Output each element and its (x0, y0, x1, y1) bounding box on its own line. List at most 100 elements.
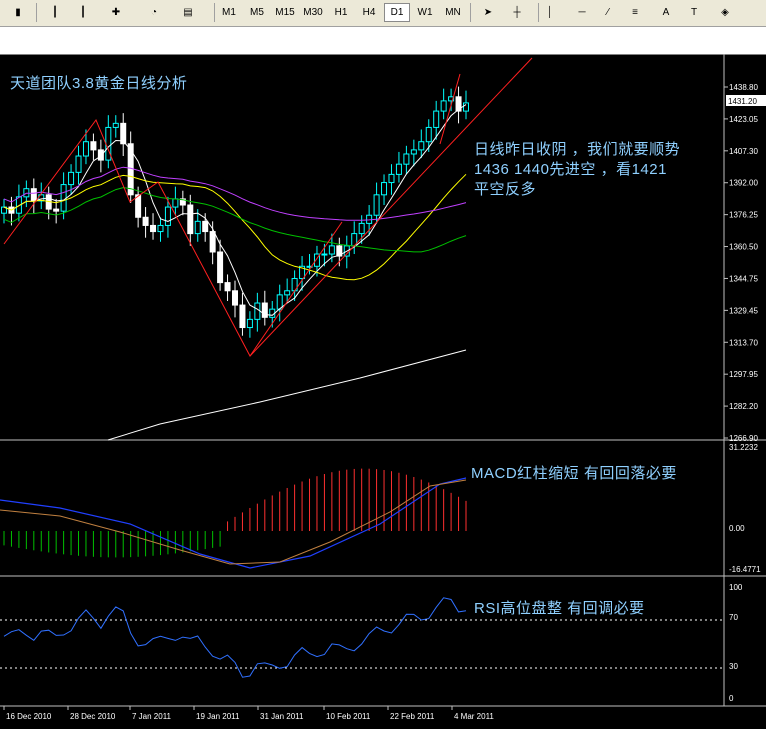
date-label: 22 Feb 2011 (390, 712, 435, 721)
candle-body (112, 122, 119, 128)
toolbar: ▮ ┃ ┃ ✚ ◔ ▤ M1 M5 M15 M30 H1 H4 D1 W1 MN ➤ ┼ │ ─ ⁄ ≡ A T ◈ (0, 0, 766, 27)
bar-chart-icon[interactable]: ▮ (8, 3, 28, 22)
candle-body (75, 155, 82, 173)
candle-body (97, 149, 104, 161)
analysis-note-line-1: 日线昨日收阴 ，我们就要顺势 (474, 141, 681, 158)
timeframe-m5-button[interactable]: M5 (244, 3, 270, 22)
text-tool-icon[interactable]: A (658, 3, 674, 22)
timeframe-d1-button[interactable]: D1 (384, 3, 410, 22)
cursor-icon[interactable]: ➤ (480, 3, 496, 22)
text-label-tool-icon[interactable]: T (686, 3, 702, 22)
candle-body (284, 290, 291, 296)
candle-body (209, 231, 216, 253)
timeframe-w1-button[interactable]: W1 (412, 3, 438, 22)
trendline-zigzag (3, 118, 343, 357)
candle-body (60, 184, 67, 212)
candle-body (440, 100, 447, 112)
rsi-scale-label: 30 (729, 662, 738, 671)
candle-body (403, 153, 410, 165)
crosshair-icon[interactable]: ┼ (506, 3, 528, 22)
candle-body (82, 141, 89, 157)
analysis-note-line-3: 平空反多 (474, 181, 537, 198)
trendline-support (249, 57, 533, 357)
candle-body (150, 224, 157, 233)
candle-body (68, 171, 75, 186)
candle-body (410, 149, 417, 155)
candle-body (232, 290, 238, 306)
candle-body (463, 102, 469, 112)
timeframe-m15-button[interactable]: M15 (272, 3, 298, 22)
timeframe-h4-button[interactable]: H4 (356, 3, 382, 22)
timeframe-mn-button[interactable]: MN (440, 3, 466, 22)
toolbar-separator (470, 3, 471, 22)
candle-body (30, 188, 37, 202)
indicators-icon[interactable]: ◔ (142, 3, 166, 22)
price-scale-label: 1344.75 (729, 274, 758, 283)
candle-body (425, 126, 432, 143)
candle-body (217, 251, 224, 284)
date-label: 10 Feb 2011 (326, 712, 371, 721)
current-price-label: 1431.20 (728, 97, 757, 106)
price-scale-label: 1297.95 (729, 370, 758, 379)
candle-body (172, 198, 179, 208)
macd-scale-label: 0.00 (729, 524, 745, 533)
fibonacci-icon[interactable]: ≡ (626, 3, 644, 22)
candle-body (388, 173, 395, 184)
price-scale-label: 1438.80 (729, 83, 758, 92)
candle-body (254, 302, 261, 320)
price-scale-label: 1266.90 (729, 434, 758, 443)
candle-body (202, 220, 209, 233)
candle-chart-type-icon[interactable]: ┃ (72, 3, 94, 22)
price-scale-label: 1376.25 (729, 211, 758, 220)
candle-body (142, 216, 149, 226)
candle-body (433, 110, 440, 128)
price-scale-label: 1360.50 (729, 243, 758, 252)
date-label: 7 Jan 2011 (132, 712, 172, 721)
timeframe-m30-button[interactable]: M30 (300, 3, 326, 22)
candle-body (90, 141, 97, 151)
date-label: 28 Dec 2010 (70, 712, 116, 721)
rsi-scale-label: 0 (729, 694, 734, 703)
ma-longterm-line (107, 349, 467, 441)
bar-chart-type-icon[interactable]: ┃ (44, 3, 66, 22)
candle-body (135, 194, 142, 218)
price-scale-label: 1423.05 (729, 115, 758, 124)
toolbar-separator (36, 3, 37, 22)
candle-body (418, 141, 425, 151)
rsi-scale-label: 70 (729, 613, 738, 622)
macd-note: MACD红柱缩短 有回回落必要 (471, 465, 677, 482)
candle-body (321, 253, 328, 256)
macd-main-line (0, 479, 467, 565)
rsi-line (3, 597, 467, 678)
candle-body (157, 224, 164, 233)
chart-title: 天道团队3.8黄金日线分析 (10, 75, 188, 92)
candle-body (239, 304, 246, 329)
timeframe-h1-button[interactable]: H1 (328, 3, 354, 22)
candle-body (381, 182, 388, 196)
toolbar-separator (214, 3, 215, 22)
horizontal-line-icon[interactable]: ─ (574, 3, 590, 22)
macd-signal-line (0, 477, 467, 569)
candle-body (187, 204, 194, 235)
analysis-note-line-2: 1436 1440先进空 ，看1421 (474, 161, 667, 178)
chart-title-strip (0, 27, 766, 55)
rsi-scale-label: 100 (729, 583, 743, 592)
date-label: 16 Dec 2010 (6, 712, 52, 721)
candle-body (358, 222, 365, 235)
candle-body (224, 282, 231, 292)
arrows-tool-icon[interactable]: ◈ (714, 3, 736, 22)
new-chart-icon[interactable]: ✚ (104, 3, 128, 22)
price-scale-label: 1392.00 (729, 179, 758, 188)
timeframe-m1-button[interactable]: M1 (216, 3, 242, 22)
candle-body (23, 188, 30, 198)
candle-body (246, 318, 253, 329)
macd-scale-label: -16.4771 (729, 565, 761, 574)
price-scale-label: 1407.30 (729, 147, 758, 156)
price-scale-label: 1282.20 (729, 402, 758, 411)
templates-icon[interactable]: ▤ (176, 3, 200, 22)
trendline-icon[interactable]: ⁄ (600, 3, 616, 22)
candle-body (395, 163, 402, 175)
price-scale-label: 1313.70 (729, 338, 758, 347)
vertical-line-icon[interactable]: │ (544, 3, 556, 22)
date-label: 4 Mar 2011 (454, 712, 494, 721)
